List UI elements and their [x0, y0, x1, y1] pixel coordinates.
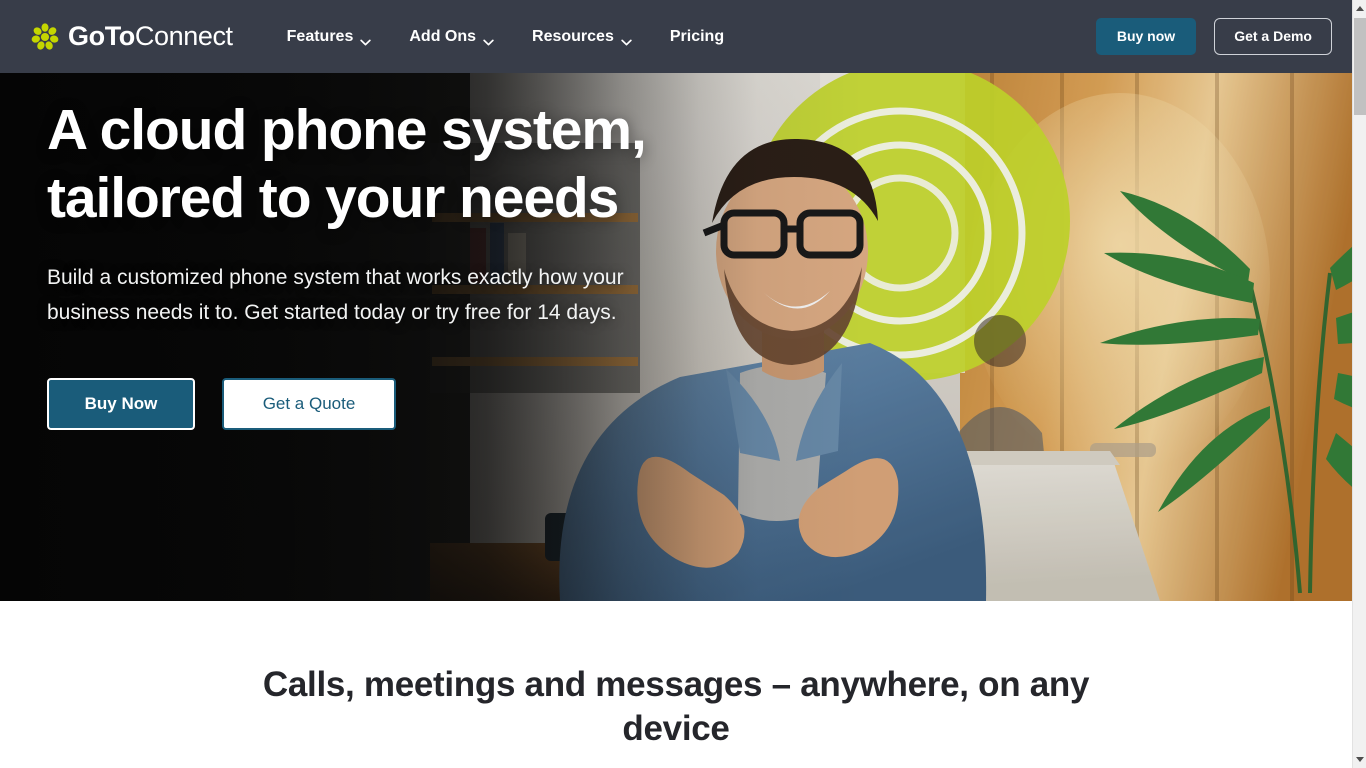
brand-logo-link[interactable]: GoToConnect [30, 22, 233, 52]
nav-label: Resources [532, 27, 614, 45]
nav-item-add-ons[interactable]: Add Ons [409, 28, 494, 46]
nav-label: Features [286, 27, 354, 45]
page-content: GoToConnect Features Add Ons Resources P… [0, 0, 1352, 768]
nav-item-features[interactable]: Features [287, 28, 372, 46]
browser-viewport: GoToConnect Features Add Ons Resources P… [0, 0, 1366, 768]
hero-content: A cloud phone system, tailored to your n… [0, 73, 680, 431]
buy-now-header-button[interactable]: Buy now [1095, 17, 1197, 56]
goto-flower-icon [30, 22, 60, 52]
chevron-down-icon [483, 33, 494, 46]
primary-navigation: Features Add Ons Resources Pricing [287, 28, 724, 46]
nav-label: Add Ons [409, 27, 477, 45]
nav-item-pricing[interactable]: Pricing [670, 28, 724, 46]
get-a-quote-button[interactable]: Get a Quote [222, 378, 396, 431]
buy-now-hero-button[interactable]: Buy Now [47, 378, 195, 431]
features-intro-section: Calls, meetings and messages – anywhere,… [0, 601, 1352, 752]
site-header: GoToConnect Features Add Ons Resources P… [0, 0, 1352, 73]
hero-title: A cloud phone system, tailored to your n… [47, 98, 647, 230]
header-actions: Buy now Get a Demo [1095, 17, 1332, 56]
hero-banner: A cloud phone system, tailored to your n… [0, 73, 1352, 601]
scroll-down-arrow-icon[interactable] [1353, 751, 1366, 768]
nav-item-resources[interactable]: Resources [532, 28, 632, 46]
chevron-down-icon [360, 33, 372, 46]
hero-subtitle: Build a customized phone system that wor… [47, 265, 624, 324]
page-scrollbar[interactable] [1352, 0, 1366, 768]
nav-label: Pricing [669, 27, 725, 45]
get-a-demo-button[interactable]: Get a Demo [1214, 17, 1332, 56]
section-heading: Calls, meetings and messages – anywhere,… [262, 665, 1090, 749]
chevron-down-icon [621, 33, 632, 46]
scrollbar-thumb[interactable] [1354, 18, 1366, 115]
brand-name-light: Connect [134, 21, 233, 51]
brand-wordmark: GoToConnect [68, 23, 233, 50]
brand-name-bold: GoTo [68, 21, 135, 51]
scroll-up-arrow-icon[interactable] [1353, 0, 1366, 17]
hero-cta-group: Buy Now Get a Quote [47, 378, 680, 431]
